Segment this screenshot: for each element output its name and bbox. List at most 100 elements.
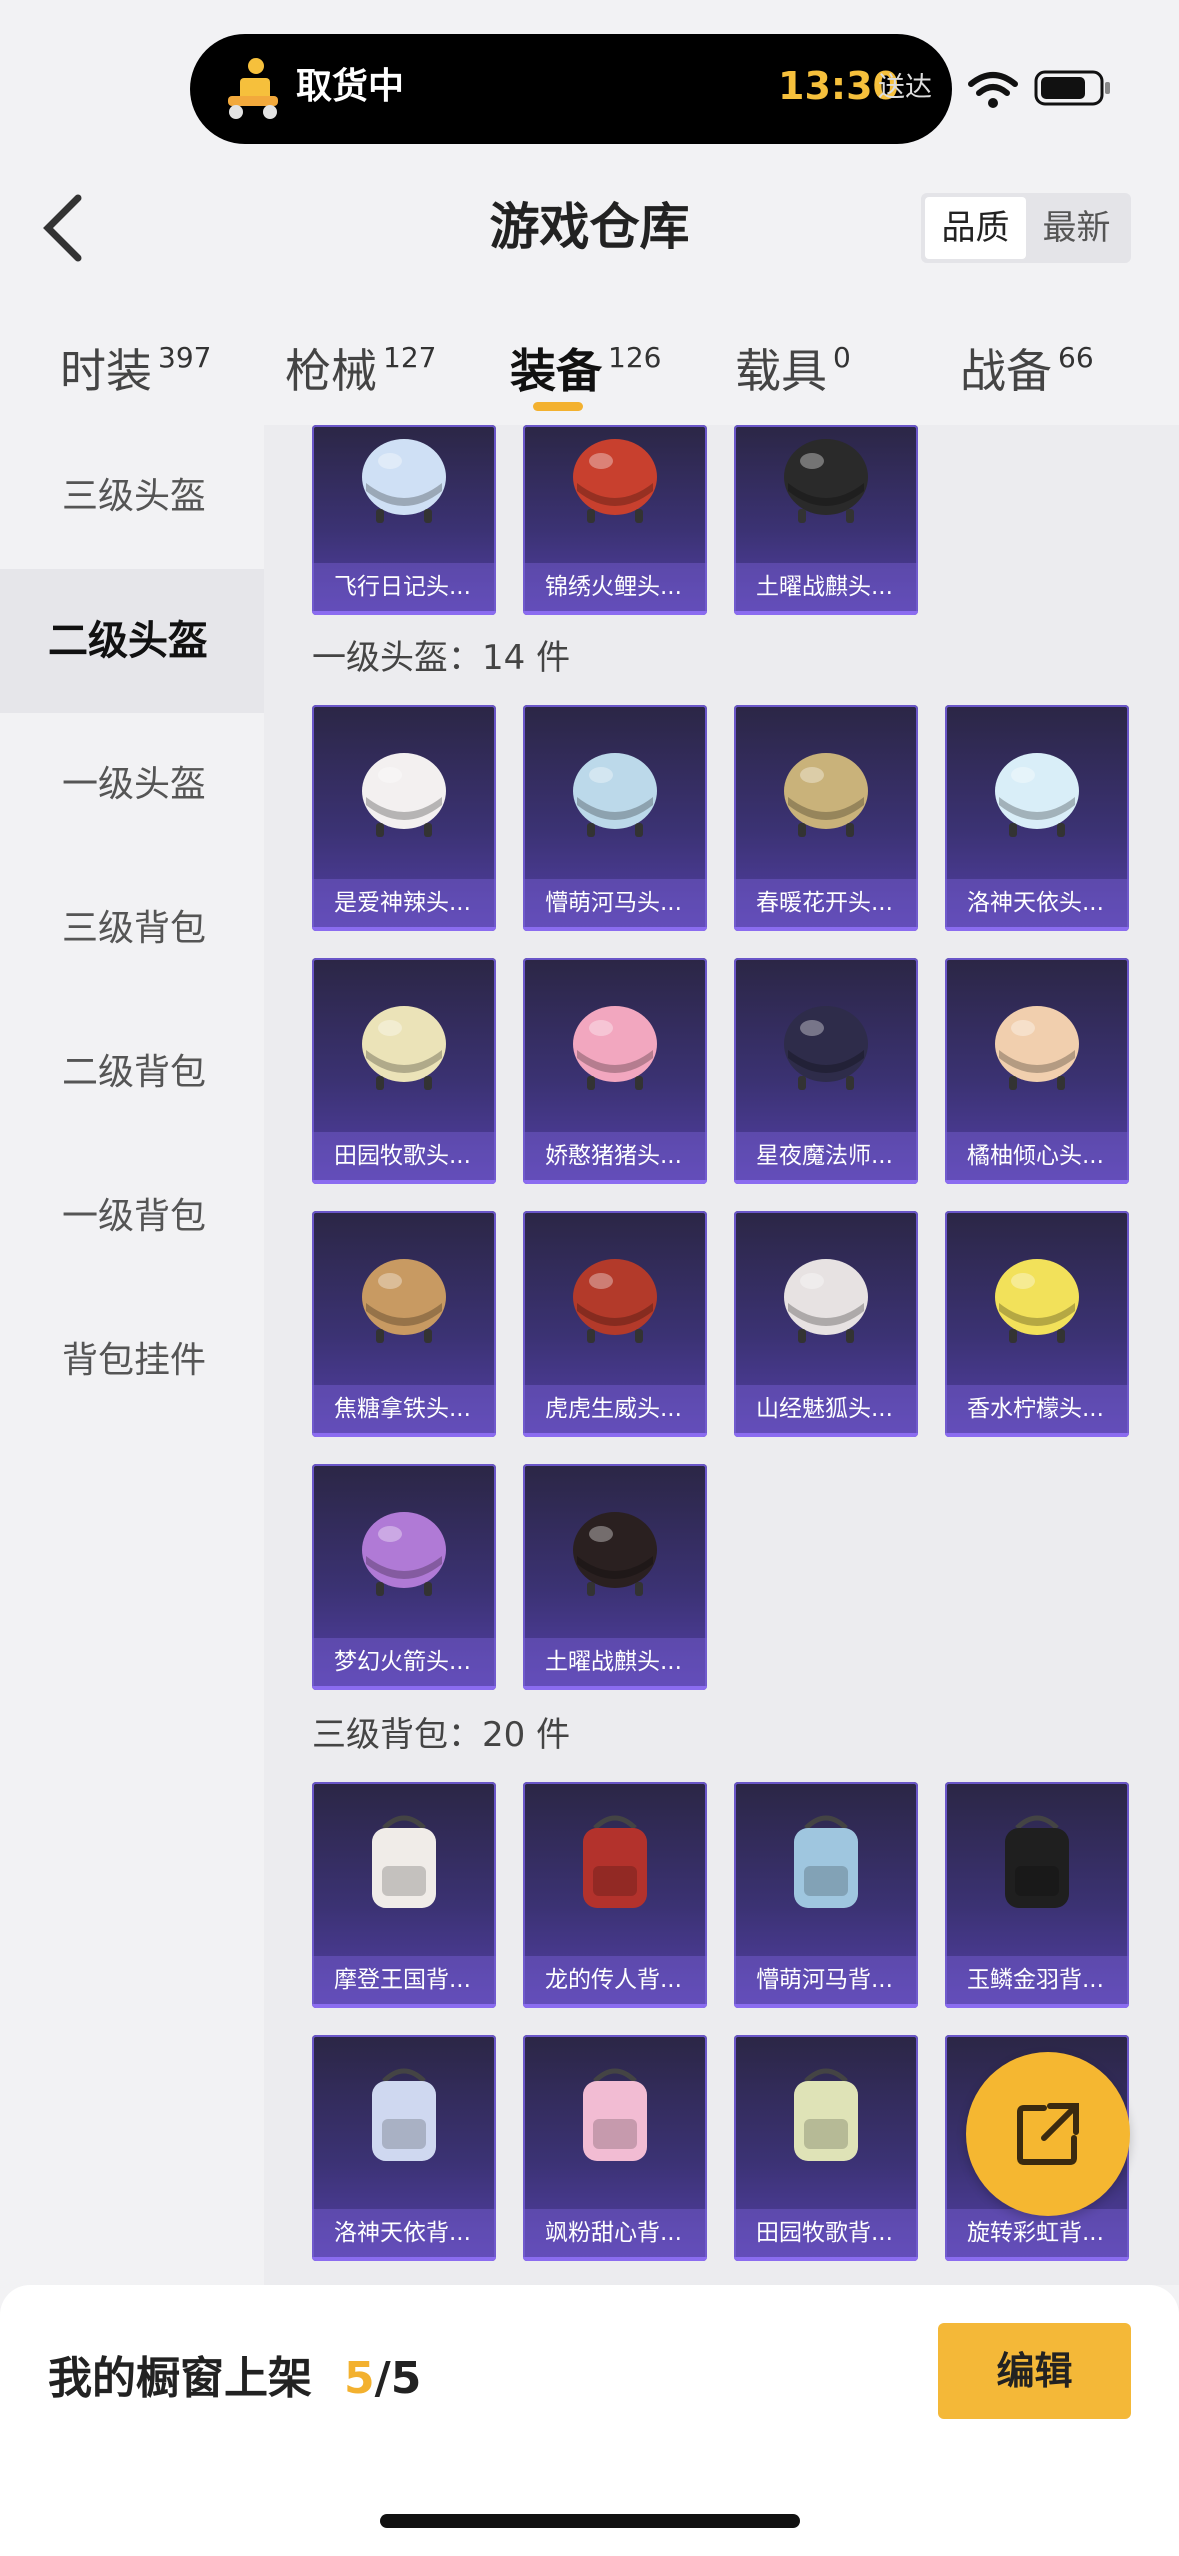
helmet-icon <box>573 1259 657 1343</box>
backpack-icon <box>1005 1815 1069 1908</box>
item-card[interactable]: 洛神天依头... <box>945 705 1129 931</box>
item-card[interactable]: 山经魅狐头... <box>734 1211 918 1437</box>
share-icon <box>1017 2103 1079 2165</box>
item-card[interactable]: 玉鳞金羽背... <box>945 1782 1129 2008</box>
battery-icon <box>1034 70 1110 106</box>
item-card-label: 田园牧歌背... <box>734 2209 918 2257</box>
item-card-label: 锦绣火鲤头... <box>523 563 707 611</box>
item-card[interactable]: 橘柚倾心头... <box>945 958 1129 1184</box>
helmet-icon <box>784 753 868 837</box>
item-card[interactable]: 飞行日记头... <box>312 425 496 615</box>
sort-newest[interactable]: 最新 <box>1026 197 1127 259</box>
courier-icon <box>228 58 278 119</box>
item-card-label: 山经魅狐头... <box>734 1385 918 1433</box>
backpack-icon <box>583 2068 647 2161</box>
helmet-icon <box>784 439 868 523</box>
sidebar-item-level2-helmet[interactable]: 二级头盔 <box>0 569 264 713</box>
sidebar-item-level3-helmet[interactable]: 三级头盔 <box>0 425 264 569</box>
item-grid: 一级头盔：14 件 三级背包：20 件 飞行日记头... 锦绣火鲤头... 土曜战麒… <box>264 425 1179 2285</box>
tab-firearms[interactable]: 枪械 127 <box>285 320 436 400</box>
item-card-label: 洛神天依头... <box>945 879 1129 927</box>
item-card-label: 摩登王国背... <box>312 1956 496 2004</box>
item-card[interactable]: 锦绣火鲤头... <box>523 425 707 615</box>
tab-indicator <box>533 402 583 411</box>
showcase-label: 我的橱窗上架 <box>48 2353 312 2404</box>
helmet-icon <box>995 1006 1079 1090</box>
item-card[interactable]: 星夜魔法师... <box>734 958 918 1184</box>
item-card[interactable]: 土曜战麒头... <box>734 425 918 615</box>
item-card[interactable]: 田园牧歌头... <box>312 958 496 1184</box>
delivery-status-label: 取货中 <box>296 66 405 107</box>
sidebar-item-backpack-charm[interactable]: 背包挂件 <box>0 1289 264 1433</box>
tab-supplies[interactable]: 战备 66 <box>960 320 1094 400</box>
tab-vehicles[interactable]: 载具 0 <box>735 320 851 400</box>
category-sidebar: 三级头盔 二级头盔 一级头盔 三级背包 二级背包 一级背包 背包挂件 <box>0 425 264 2285</box>
item-card[interactable]: 土曜战麒头... <box>523 1464 707 1690</box>
backpack-icon <box>583 1815 647 1908</box>
item-card[interactable]: 飒粉甜心背... <box>523 2035 707 2261</box>
helmet-icon <box>362 1259 446 1343</box>
helmet-icon <box>362 1512 446 1596</box>
item-card[interactable]: 是爱神辣头... <box>312 705 496 931</box>
tab-equipment[interactable]: 装备 126 <box>510 320 661 400</box>
item-card-label: 洛神天依背... <box>312 2209 496 2257</box>
item-card[interactable]: 田园牧歌背... <box>734 2035 918 2261</box>
helmet-icon <box>362 753 446 837</box>
status-pill[interactable]: 取货中 13:30 送达 <box>190 34 952 144</box>
item-card-label: 懵萌河马背... <box>734 1956 918 2004</box>
item-card-label: 虎虎生威头... <box>523 1385 707 1433</box>
item-card[interactable]: 香水柠檬头... <box>945 1211 1129 1437</box>
section-title-level1-helmet: 一级头盔：14 件 <box>312 638 571 678</box>
item-card[interactable]: 摩登王国背... <box>312 1782 496 2008</box>
item-card[interactable]: 焦糖拿铁头... <box>312 1211 496 1437</box>
item-card-label: 土曜战麒头... <box>734 563 918 611</box>
sidebar-item-level1-backpack[interactable]: 一级背包 <box>0 1145 264 1289</box>
item-card[interactable]: 春暖花开头... <box>734 705 918 931</box>
item-card-label: 焦糖拿铁头... <box>312 1385 496 1433</box>
helmet-icon <box>362 439 446 523</box>
item-card-label: 龙的传人背... <box>523 1956 707 2004</box>
backpack-icon <box>794 1815 858 1908</box>
sidebar-item-level1-helmet[interactable]: 一级头盔 <box>0 713 264 857</box>
item-card-label: 飒粉甜心背... <box>523 2209 707 2257</box>
item-card-label: 土曜战麒头... <box>523 1638 707 1686</box>
showcase-count: 5/5 <box>344 2353 422 2404</box>
helmet-icon <box>362 1006 446 1090</box>
item-card-label: 田园牧歌头... <box>312 1132 496 1180</box>
helmet-icon <box>784 1006 868 1090</box>
item-card-label: 梦幻火箭头... <box>312 1638 496 1686</box>
share-button[interactable] <box>966 2052 1130 2216</box>
item-card-label: 是爱神辣头... <box>312 879 496 927</box>
tab-fashion[interactable]: 时装 397 <box>60 320 211 400</box>
item-card[interactable]: 懵萌河马头... <box>523 705 707 931</box>
item-card[interactable]: 虎虎生威头... <box>523 1211 707 1437</box>
sidebar-item-level3-backpack[interactable]: 三级背包 <box>0 857 264 1001</box>
sidebar-item-level2-backpack[interactable]: 二级背包 <box>0 1001 264 1145</box>
backpack-icon <box>372 2068 436 2161</box>
helmet-icon <box>784 1259 868 1343</box>
item-card-label: 娇憨猪猪头... <box>523 1132 707 1180</box>
wifi-icon <box>968 72 1018 108</box>
helmet-icon <box>573 753 657 837</box>
item-card-label: 旋转彩虹背... <box>945 2209 1129 2257</box>
item-card[interactable]: 梦幻火箭头... <box>312 1464 496 1690</box>
item-card-label: 香水柠檬头... <box>945 1385 1129 1433</box>
item-card-label: 星夜魔法师... <box>734 1132 918 1180</box>
item-card[interactable]: 娇憨猪猪头... <box>523 958 707 1184</box>
item-card[interactable]: 懵萌河马背... <box>734 1782 918 2008</box>
helmet-icon <box>573 439 657 523</box>
item-card-label: 橘柚倾心头... <box>945 1132 1129 1180</box>
helmet-icon <box>573 1512 657 1596</box>
edit-button[interactable]: 编辑 <box>938 2323 1131 2419</box>
item-card-label: 玉鳞金羽背... <box>945 1956 1129 2004</box>
item-card-label: 飞行日记头... <box>312 563 496 611</box>
helmet-icon <box>995 753 1079 837</box>
item-card[interactable]: 洛神天依背... <box>312 2035 496 2261</box>
item-card-label: 春暖花开头... <box>734 879 918 927</box>
item-card[interactable]: 龙的传人背... <box>523 1782 707 2008</box>
item-card-label: 懵萌河马头... <box>523 879 707 927</box>
sort-toggle[interactable]: 品质 最新 <box>921 193 1131 263</box>
sort-quality[interactable]: 品质 <box>925 197 1026 259</box>
helmet-icon <box>995 1259 1079 1343</box>
section-title-level3-backpack: 三级背包：20 件 <box>312 1715 571 1755</box>
